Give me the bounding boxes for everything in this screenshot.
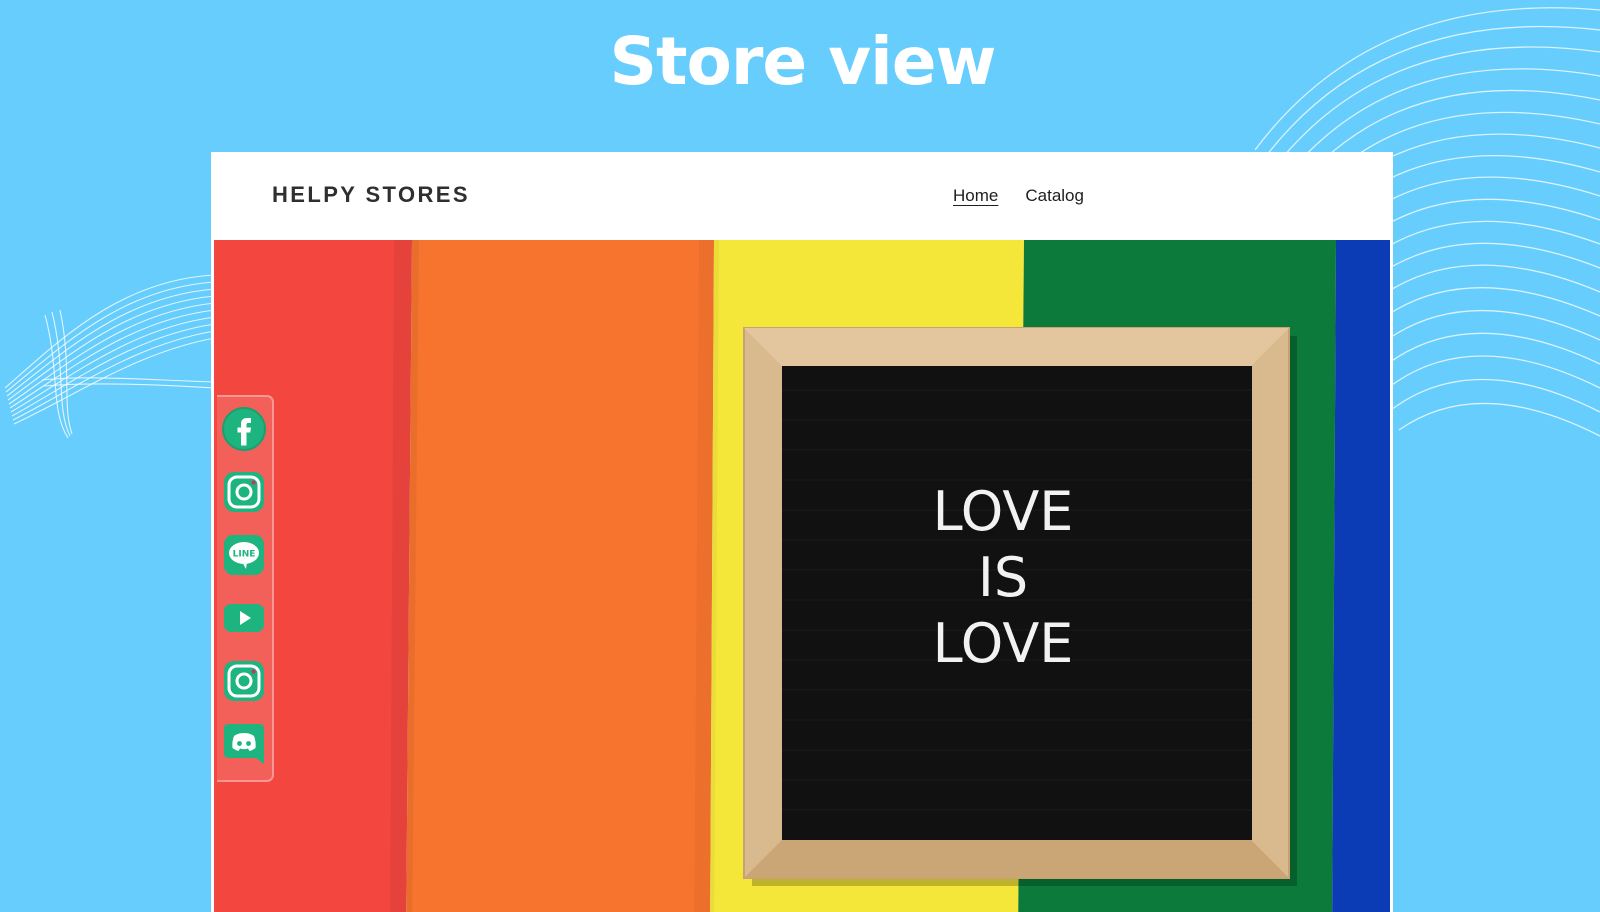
nav-link-home[interactable]: Home: [953, 186, 998, 206]
nav-link-catalog[interactable]: Catalog: [1025, 186, 1084, 206]
hero-photo: LOVE IS LOVE: [214, 240, 1390, 912]
line-link[interactable]: LINE: [221, 531, 267, 579]
decorative-ribbon-lines: [4, 274, 215, 439]
instagram-icon: [224, 472, 264, 512]
letter-board-line-3: LOVE: [933, 612, 1074, 675]
page-title: Store view: [609, 23, 996, 100]
letter-board-line-1: LOVE: [933, 480, 1074, 543]
social-links-rail: LINE: [217, 395, 274, 782]
facebook-icon: [222, 407, 266, 451]
discord-link[interactable]: [221, 720, 267, 768]
instagram-icon: [224, 661, 264, 701]
line-icon: LINE: [224, 535, 264, 575]
store-header: HELPY STORES Home Catalog: [211, 152, 1393, 241]
discord-icon: [224, 724, 264, 764]
facebook-link[interactable]: [221, 405, 267, 453]
hero-banner-image: LOVE IS LOVE LINE: [214, 240, 1390, 912]
youtube-icon: [224, 604, 264, 632]
line-icon-label: LINE: [233, 550, 256, 560]
store-logo[interactable]: HELPY STORES: [272, 182, 470, 208]
store-preview-window: HELPY STORES Home Catalog LOVE IS LOVE L…: [211, 152, 1393, 912]
instagram-link[interactable]: [221, 468, 267, 516]
instagram-link-secondary[interactable]: [221, 657, 267, 705]
store-nav: Home Catalog: [953, 186, 1084, 206]
letter-board-line-2: IS: [978, 546, 1028, 609]
youtube-link[interactable]: [221, 594, 267, 642]
